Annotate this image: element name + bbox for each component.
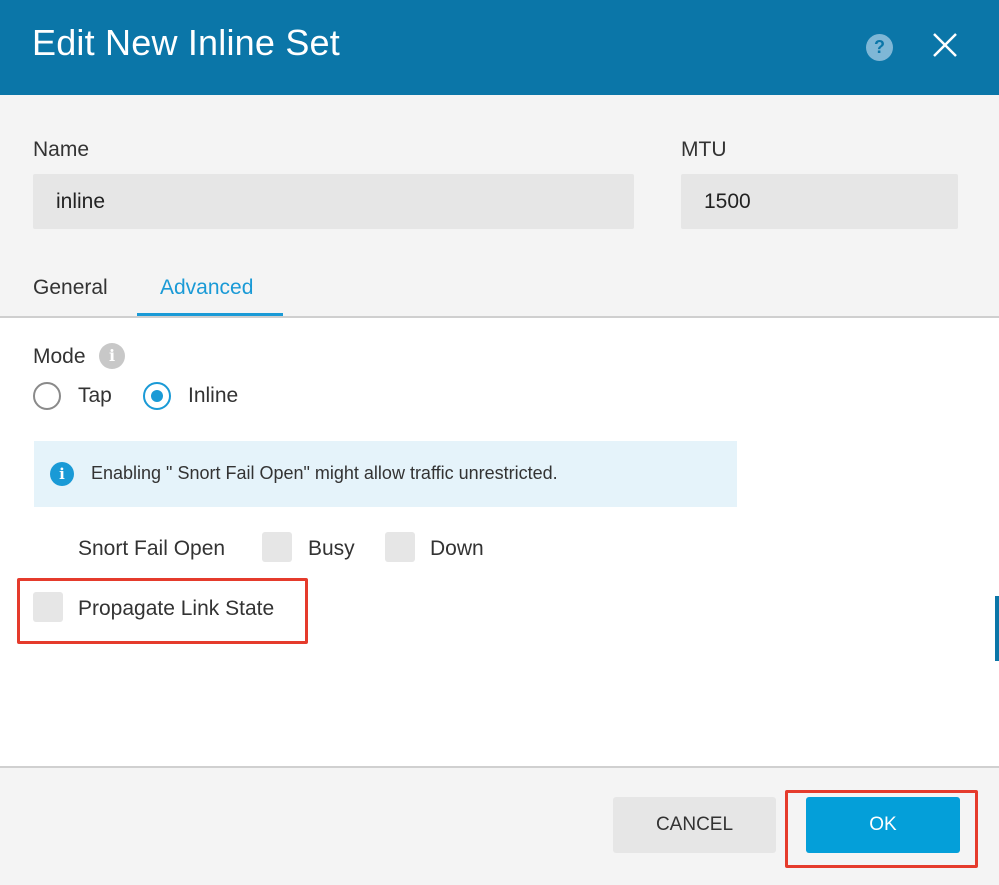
down-label[interactable]: Down xyxy=(430,537,484,561)
cancel-button[interactable]: CANCEL xyxy=(613,797,776,853)
edge-accent xyxy=(995,596,999,661)
mode-tap-radio[interactable] xyxy=(33,382,61,410)
info-icon[interactable]: i xyxy=(99,343,125,369)
mode-label: Mode xyxy=(33,345,86,368)
edit-inline-set-dialog: Edit New Inline Set ? Name inline MTU 15… xyxy=(0,0,999,885)
info-banner: i Enabling " Snort Fail Open" might allo… xyxy=(34,441,737,507)
close-icon[interactable] xyxy=(930,30,960,60)
help-icon[interactable]: ? xyxy=(866,34,893,61)
mtu-input[interactable]: 1500 xyxy=(681,174,958,229)
name-label: Name xyxy=(33,138,90,161)
name-input[interactable]: inline xyxy=(33,174,634,229)
mode-tap-label[interactable]: Tap xyxy=(78,384,112,408)
mode-inline-radio[interactable] xyxy=(143,382,171,410)
tab-general[interactable]: General xyxy=(33,276,108,300)
radio-selected-dot xyxy=(151,390,163,402)
propagate-link-state-label[interactable]: Propagate Link State xyxy=(78,597,274,621)
info-banner-text: Enabling " Snort Fail Open" might allow … xyxy=(91,463,558,483)
info-icon: i xyxy=(50,462,74,486)
mtu-label: MTU xyxy=(681,138,727,161)
snort-fail-open-label: Snort Fail Open xyxy=(78,537,226,560)
busy-label[interactable]: Busy xyxy=(308,537,355,561)
propagate-link-state-checkbox[interactable] xyxy=(33,592,63,622)
down-checkbox[interactable] xyxy=(385,532,415,562)
dialog-header: Edit New Inline Set ? xyxy=(0,0,999,95)
dialog-title: Edit New Inline Set xyxy=(32,22,340,63)
tab-advanced[interactable]: Advanced xyxy=(160,276,253,300)
busy-checkbox[interactable] xyxy=(262,532,292,562)
mode-inline-label[interactable]: Inline xyxy=(188,384,238,408)
ok-button[interactable]: OK xyxy=(806,797,960,853)
tab-divider xyxy=(0,316,999,318)
